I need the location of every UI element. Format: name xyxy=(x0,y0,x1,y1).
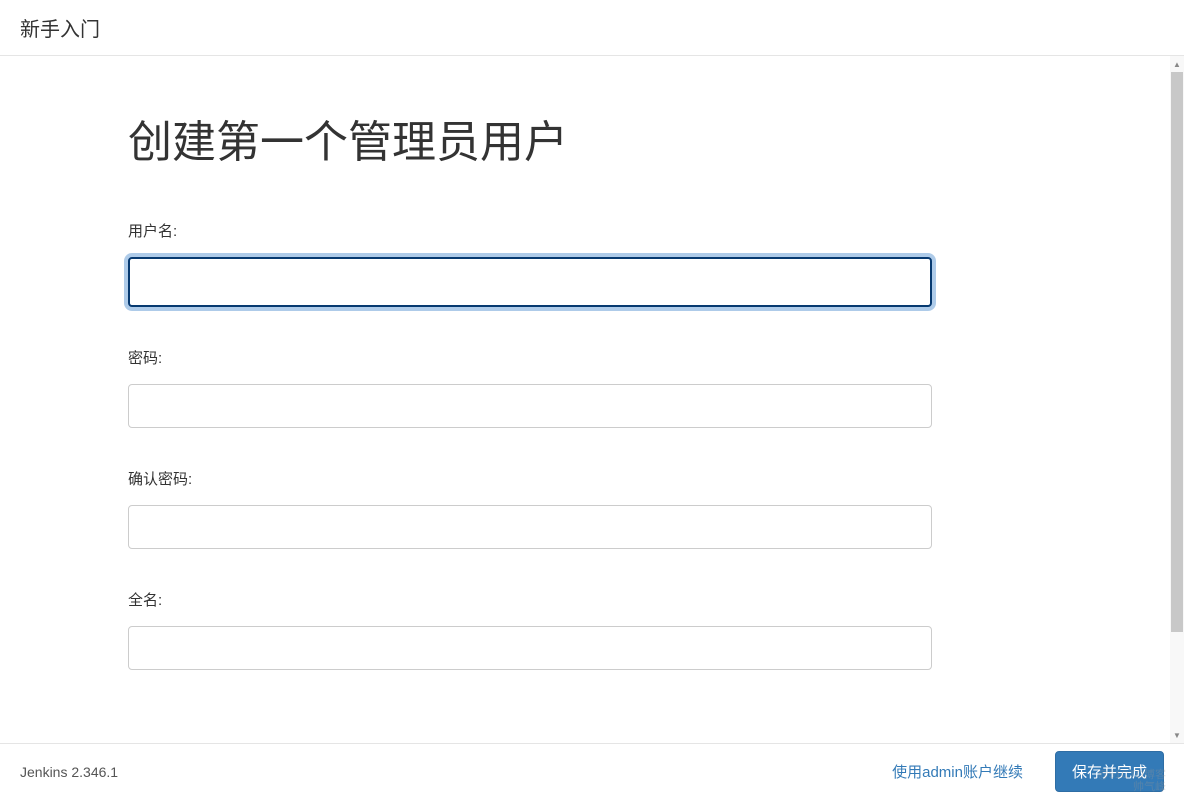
fullname-label: 全名: xyxy=(128,589,932,610)
username-label: 用户名: xyxy=(128,220,932,241)
password-label: 密码: xyxy=(128,347,932,368)
fullname-input[interactable] xyxy=(128,626,932,670)
continue-as-admin-link[interactable]: 使用admin账户继续 xyxy=(880,753,1035,790)
scroll-down-icon[interactable]: ▼ xyxy=(1170,727,1184,743)
password-group: 密码: xyxy=(128,347,932,428)
scroll-up-icon[interactable]: ▲ xyxy=(1170,56,1184,72)
footer-actions: 使用admin账户继续 保存并完成 xyxy=(880,751,1164,792)
username-input[interactable] xyxy=(128,257,932,307)
fullname-group: 全名: xyxy=(128,589,932,670)
password-input[interactable] xyxy=(128,384,932,428)
username-group: 用户名: xyxy=(128,220,932,307)
wizard-footer: Jenkins 2.346.1 使用admin账户继续 保存并完成 xyxy=(0,743,1184,799)
version-label: Jenkins 2.346.1 xyxy=(20,764,118,780)
confirm-password-group: 确认密码: xyxy=(128,468,932,549)
confirm-password-input[interactable] xyxy=(128,505,932,549)
wizard-header-title: 新手入门 xyxy=(20,13,100,42)
scrollbar[interactable]: ▲ ▼ xyxy=(1170,56,1184,743)
confirm-password-label: 确认密码: xyxy=(128,468,932,489)
scroll-thumb[interactable] xyxy=(1171,72,1183,632)
form-container: 创建第一个管理员用户 用户名: 密码: 确认密码: 全名: xyxy=(0,56,1060,743)
wizard-header: 新手入门 xyxy=(0,0,1184,56)
page-title: 创建第一个管理员用户 xyxy=(128,106,932,170)
save-and-finish-button[interactable]: 保存并完成 xyxy=(1055,751,1164,792)
content-scroll-area[interactable]: 创建第一个管理员用户 用户名: 密码: 确认密码: 全名: xyxy=(0,56,1170,743)
